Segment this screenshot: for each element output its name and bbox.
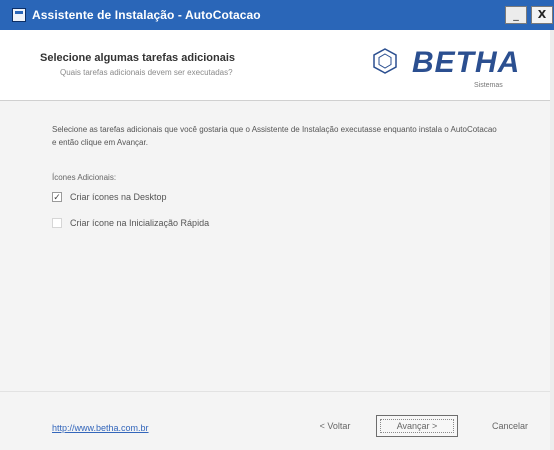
header-panel: Selecione algumas tarefas adicionais Qua… — [0, 30, 554, 100]
page-title: Selecione algumas tarefas adicionais — [40, 52, 236, 64]
quicklaunch-icon-label: Criar ícone na Inicialização Rápida — [70, 218, 210, 228]
quicklaunch-icon-checkbox[interactable] — [52, 218, 62, 228]
window-right-edge — [550, 30, 554, 450]
back-button[interactable]: < Voltar — [306, 415, 364, 437]
window-title: Assistente de Instalação - AutoCotacao — [32, 8, 261, 22]
betha-logo-text: BETHA — [412, 46, 521, 79]
desktop-icon-label: Criar ícones na Desktop — [70, 192, 167, 202]
installer-app-icon — [12, 8, 26, 22]
close-button[interactable]: X — [531, 6, 553, 24]
betha-logo-mark-icon — [373, 48, 397, 74]
betha-logo-subtext: Sistemas — [474, 82, 503, 89]
next-button-label: Avançar > — [380, 419, 454, 433]
tasks-content: Selecione as tarefas adicionais que você… — [0, 101, 554, 391]
additional-icons-label: Ícones Adicionais: — [52, 173, 117, 182]
betha-website-link[interactable]: http://www.betha.com.br — [52, 423, 149, 433]
cancel-button[interactable]: Cancelar — [474, 415, 546, 437]
task-desktop-icon[interactable]: ✓ Criar ícones na Desktop — [52, 192, 167, 202]
page-subtitle: Quais tarefas adicionais devem ser execu… — [60, 68, 233, 77]
desktop-icon-checkbox[interactable]: ✓ — [52, 192, 62, 202]
task-quicklaunch-icon[interactable]: Criar ícone na Inicialização Rápida — [52, 218, 209, 228]
footer-divider — [0, 391, 554, 392]
instructions-text: Selecione as tarefas adicionais que você… — [52, 125, 497, 147]
next-button[interactable]: Avançar > — [376, 415, 458, 437]
minimize-button[interactable]: _ — [505, 6, 527, 24]
title-bar[interactable]: Assistente de Instalação - AutoCotacao _… — [0, 0, 554, 30]
installer-window: Assistente de Instalação - AutoCotacao _… — [0, 0, 554, 450]
